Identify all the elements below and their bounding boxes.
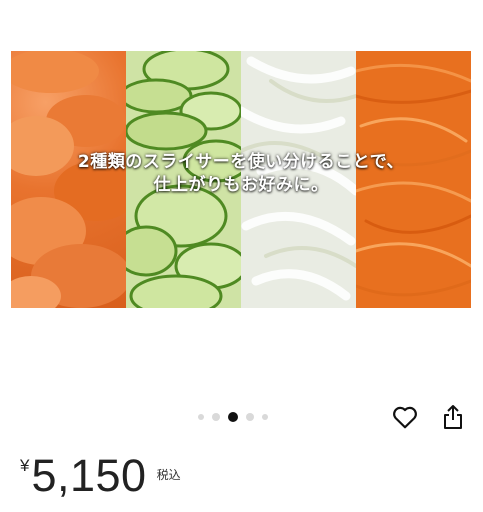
carousel-dot-active[interactable] — [228, 412, 238, 422]
currency-symbol: ¥ — [20, 456, 30, 475]
carousel-dot[interactable] — [212, 413, 220, 421]
carousel-dot[interactable] — [198, 414, 204, 420]
product-image-carousel[interactable]: 2種類のスライサーを使い分けることで、 仕上がりもお好みに。 — [11, 51, 471, 308]
carousel-dot[interactable] — [262, 414, 268, 420]
price-display: ¥ 5,150 税込 — [20, 450, 181, 502]
favorite-button[interactable] — [391, 403, 419, 431]
share-icon — [444, 405, 462, 429]
hero-caption: 2種類のスライサーを使い分けることで、 仕上がりもお好みに。 — [77, 152, 405, 195]
share-button[interactable] — [439, 403, 467, 431]
price-amount: 5,150 — [31, 450, 147, 501]
tax-included-label: 税込 — [156, 468, 181, 482]
heart-outline-icon — [393, 406, 417, 429]
carousel-dot[interactable] — [246, 413, 254, 421]
carousel-pagination — [198, 410, 268, 424]
